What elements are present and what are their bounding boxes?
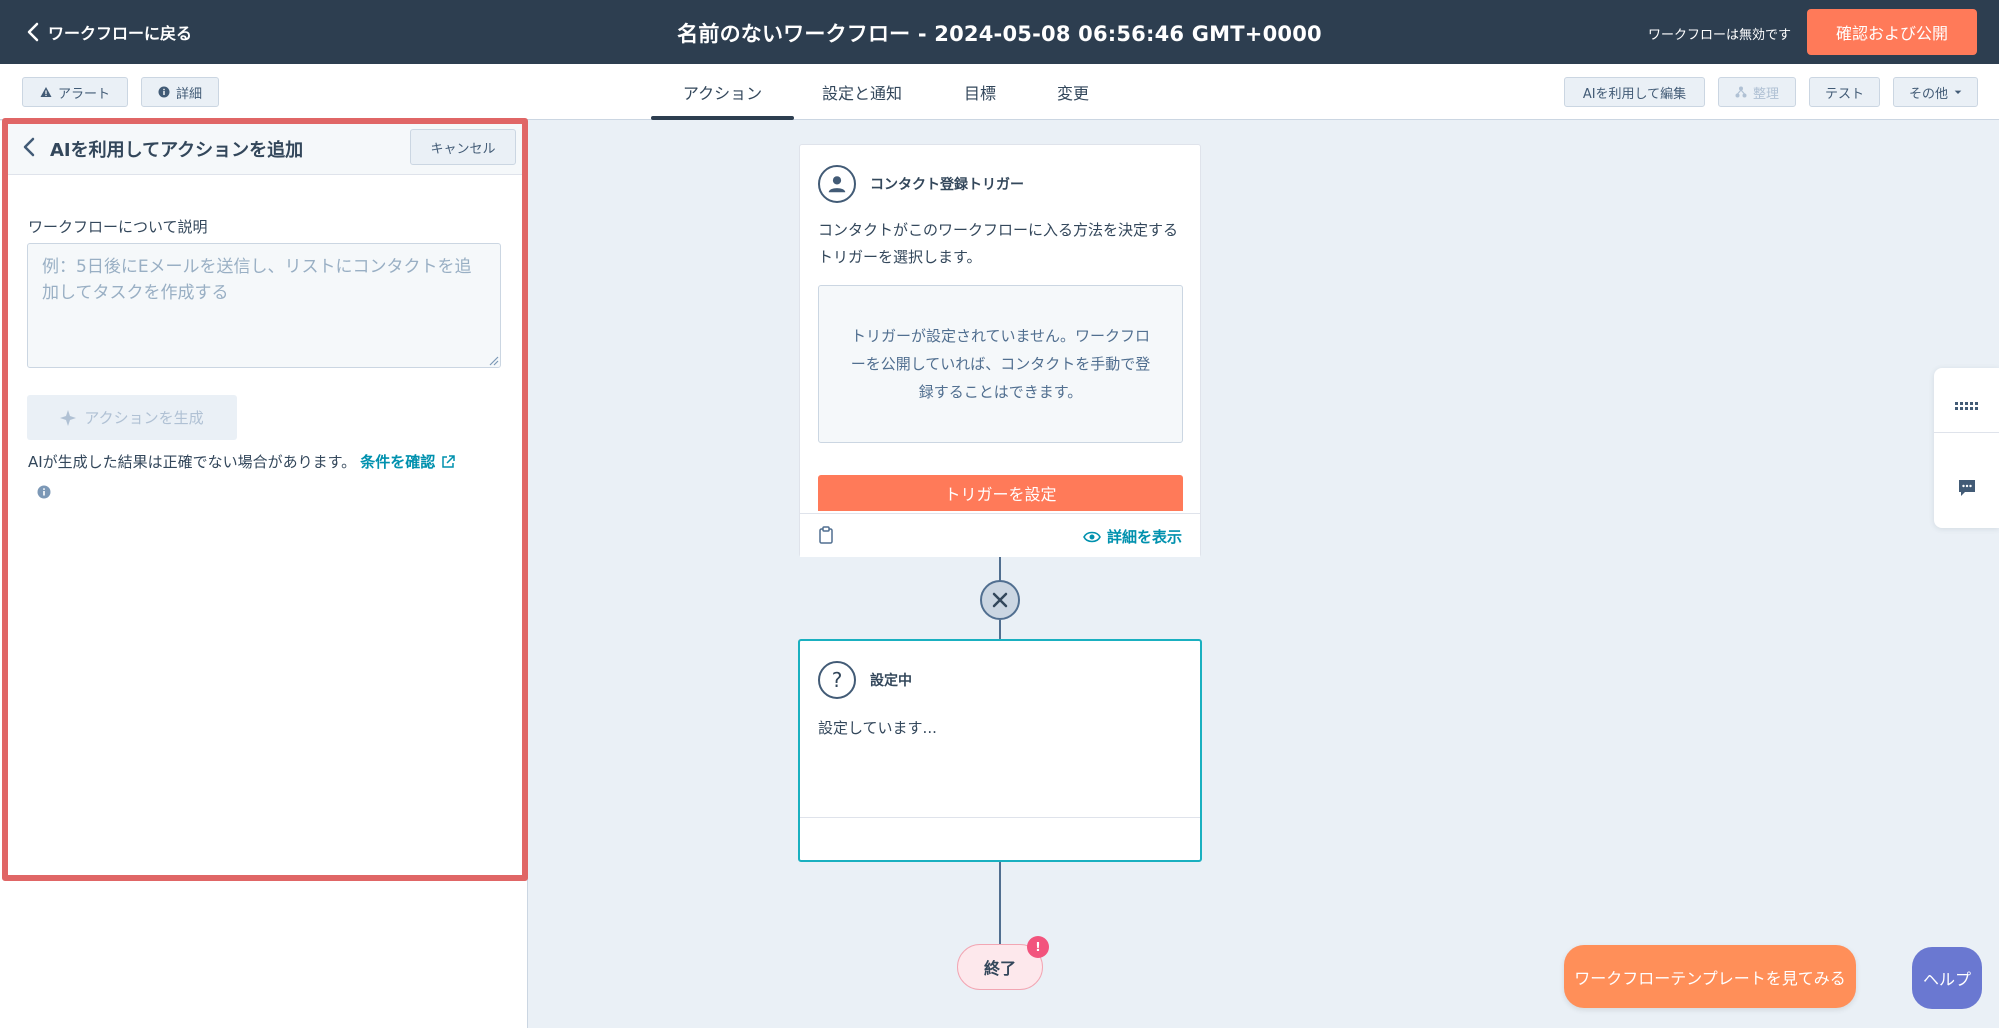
eye-icon: [1083, 531, 1101, 542]
back-to-workflows-link[interactable]: ワークフローに戻る: [26, 20, 192, 44]
set-trigger-button[interactable]: トリガーを設定: [818, 475, 1183, 511]
trigger-card-footer: 詳細を表示: [800, 513, 1200, 557]
back-link-label: ワークフローに戻る: [48, 24, 193, 43]
panel-title: AIを利用してアクションを追加: [50, 140, 304, 161]
keyboard-icon[interactable]: [1934, 368, 1999, 448]
generate-label: アクションを生成: [84, 409, 204, 427]
more-label: その他: [1908, 86, 1948, 102]
workflow-status: ワークフローは無効です: [1647, 28, 1791, 43]
details-button[interactable]: 詳細: [141, 77, 219, 107]
connector-line: [999, 862, 1001, 944]
details-label: 詳細: [175, 86, 202, 102]
side-tools: [1934, 368, 1999, 528]
trigger-card-title: コンタクト登録トリガー: [870, 177, 1024, 193]
contact-trigger-card[interactable]: コンタクト登録トリガー コンタクトがこのワークフローに入る方法を決定するトリガー…: [799, 144, 1201, 557]
back-arrow-icon[interactable]: [20, 135, 40, 159]
configuring-action-card[interactable]: ? 設定中 設定しています...: [798, 639, 1202, 862]
tab-settings-notifications[interactable]: 設定と通知: [794, 64, 930, 120]
help-button[interactable]: ヘルプ: [1912, 947, 1982, 1009]
close-node-icon[interactable]: [980, 580, 1020, 620]
view-details-label: 詳細を表示: [1106, 528, 1182, 546]
cancel-button[interactable]: キャンセル: [410, 129, 516, 165]
setting-card-divider: [800, 817, 1200, 818]
more-dropdown[interactable]: その他: [1893, 77, 1978, 107]
warning-icon: [40, 87, 52, 97]
review-publish-button[interactable]: 確認および公開: [1807, 9, 1977, 55]
setting-card-header: ? 設定中: [818, 661, 912, 699]
test-button[interactable]: テスト: [1809, 77, 1880, 107]
workflow-description-input[interactable]: [27, 243, 501, 368]
generate-action-button[interactable]: アクションを生成: [27, 395, 237, 440]
question-icon: ?: [818, 661, 856, 699]
trigger-card-description: コンタクトがこのワークフローに入る方法を決定するトリガーを選択します。: [818, 221, 1179, 266]
ai-edit-button[interactable]: AIを利用して編集: [1564, 77, 1705, 107]
sparkle-icon: [60, 409, 77, 426]
organize-label: 整理: [1752, 86, 1779, 102]
info-icon[interactable]: [37, 485, 51, 499]
setting-card-title: 設定中: [870, 673, 912, 689]
trigger-card-header: コンタクト登録トリガー: [818, 165, 1024, 203]
caret-down-icon: [1954, 90, 1962, 94]
comment-icon[interactable]: [1934, 448, 1999, 528]
organize-button[interactable]: 整理: [1718, 77, 1796, 107]
tab-changes[interactable]: 変更: [1030, 64, 1116, 120]
resize-handle-icon[interactable]: [487, 354, 499, 366]
disclaimer-text: AIが生成した結果は正確でない場合があります。: [28, 453, 357, 471]
view-details-link[interactable]: 詳細を表示: [1083, 526, 1182, 547]
clipboard-icon[interactable]: [818, 526, 834, 544]
side-divider: [1934, 432, 1999, 433]
sub-toolbar: アラート 詳細 アクション 設定と通知 目標 変更 AIを利用して編集 整理 テ…: [0, 64, 1999, 120]
alert-badge: !: [1027, 936, 1049, 958]
connector-line: [999, 620, 1001, 640]
alerts-label: アラート: [57, 86, 110, 102]
ai-action-panel: AIを利用してアクションを追加 キャンセル ワークフローについて説明 アクション…: [0, 121, 528, 1028]
no-trigger-message: トリガーが設定されていません。ワークフローを公開していれば、コンタクトを手動で登…: [818, 285, 1183, 443]
setting-card-body: 設定しています...: [818, 719, 937, 737]
connector-line: [999, 557, 1001, 581]
tab-actions[interactable]: アクション: [651, 64, 794, 120]
tab-goals[interactable]: 目標: [930, 64, 1030, 120]
view-templates-button[interactable]: ワークフローテンプレートを見てみる: [1564, 945, 1856, 1008]
ai-disclaimer: AIが生成した結果は正確でない場合があります。 条件を確認: [28, 451, 455, 472]
alerts-button[interactable]: アラート: [22, 77, 128, 107]
description-label: ワークフローについて説明: [28, 218, 208, 236]
organize-icon: [1735, 86, 1747, 98]
terms-link-label: 条件を確認: [360, 453, 436, 471]
info-icon: [158, 86, 170, 98]
terms-link[interactable]: 条件を確認: [360, 451, 455, 472]
contact-icon: [818, 165, 856, 203]
panel-header: AIを利用してアクションを追加 キャンセル: [8, 121, 522, 175]
tab-bar: アクション 設定と通知 目標 変更: [651, 64, 1116, 120]
external-link-icon: [442, 454, 455, 468]
top-bar: ワークフローに戻る 名前のないワークフロー - 2024-05-08 06:56…: [0, 0, 1999, 64]
chevron-left-icon: [27, 22, 39, 42]
